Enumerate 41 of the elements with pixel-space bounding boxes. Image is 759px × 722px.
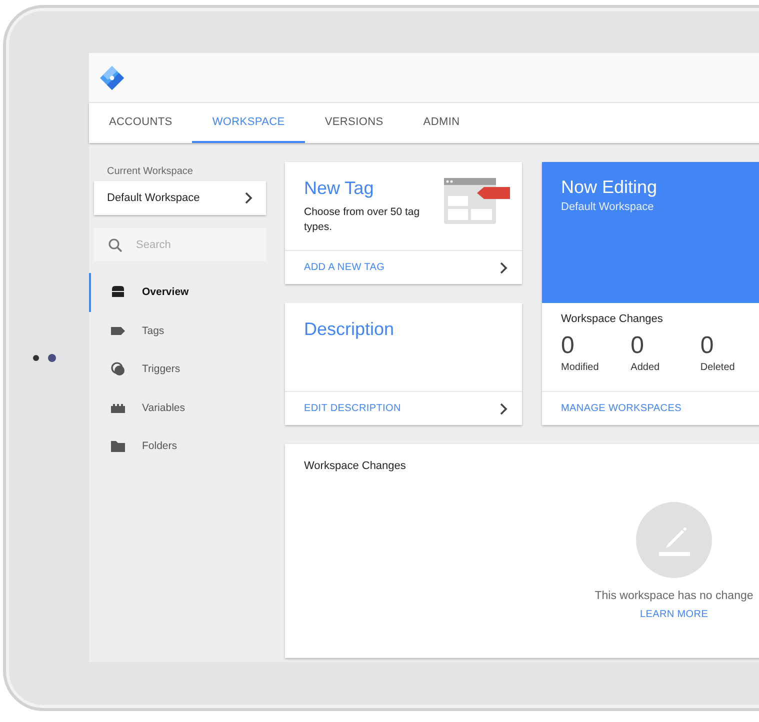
stat-value: 0 xyxy=(561,333,576,360)
learn-more-link[interactable]: LEARN MORE xyxy=(640,609,708,620)
tab[interactable]: ADMIN xyxy=(403,103,480,143)
chevron-right-icon xyxy=(244,192,253,204)
empty-state-message: This workspace has no change xyxy=(594,590,754,602)
search-icon xyxy=(108,238,122,252)
card-title: New Tag xyxy=(304,178,375,199)
banner-title: Now Editing xyxy=(561,177,658,198)
stat-value: 0 xyxy=(700,333,715,360)
manage-workspaces-link[interactable]: MANAGE WORKSPACES xyxy=(542,391,759,425)
sidebar-item[interactable]: Folders xyxy=(89,427,266,466)
circles-icon xyxy=(110,361,126,378)
add-tag-link[interactable]: ADD A NEW TAG xyxy=(285,250,522,284)
chevron-right-icon xyxy=(499,402,508,414)
card-title: Description xyxy=(304,319,396,340)
banner-subtitle: Default Workspace xyxy=(561,201,655,213)
browser-tag-illustration-icon xyxy=(444,178,510,224)
stat-value: 0 xyxy=(630,333,646,360)
diamond-logo-icon xyxy=(100,66,124,90)
folder-icon xyxy=(110,438,126,454)
card-text: Choose from over 50 tag types. xyxy=(304,205,421,236)
stat-label: Modified xyxy=(561,362,600,374)
edit-description-link[interactable]: EDIT DESCRIPTION xyxy=(285,391,522,425)
workspace-label: Current Workspace xyxy=(106,165,194,179)
sidebar-item[interactable]: Variables xyxy=(89,388,266,427)
panel-title: Workspace Changes xyxy=(303,459,407,472)
search-field[interactable]: Search xyxy=(94,228,266,261)
chevron-right-icon xyxy=(499,262,508,274)
pencil-circle-icon xyxy=(636,502,712,578)
section-title: Workspace Changes xyxy=(561,313,664,325)
tab[interactable]: VERSIONS xyxy=(304,103,404,143)
stat-label: Added xyxy=(630,362,661,374)
camera-dot xyxy=(33,354,39,360)
sidebar-item[interactable]: Overview xyxy=(89,273,266,312)
tab[interactable]: WORKSPACE xyxy=(192,103,305,143)
sidebar-item[interactable]: Tags xyxy=(89,312,266,350)
sensor-dot xyxy=(48,354,56,362)
workspace-dropdown[interactable]: Default Workspace xyxy=(94,181,266,215)
stat-label: Deleted xyxy=(700,362,736,374)
tab[interactable]: ACCOUNTS xyxy=(89,103,192,143)
sidebar-item[interactable]: Triggers xyxy=(89,350,266,388)
